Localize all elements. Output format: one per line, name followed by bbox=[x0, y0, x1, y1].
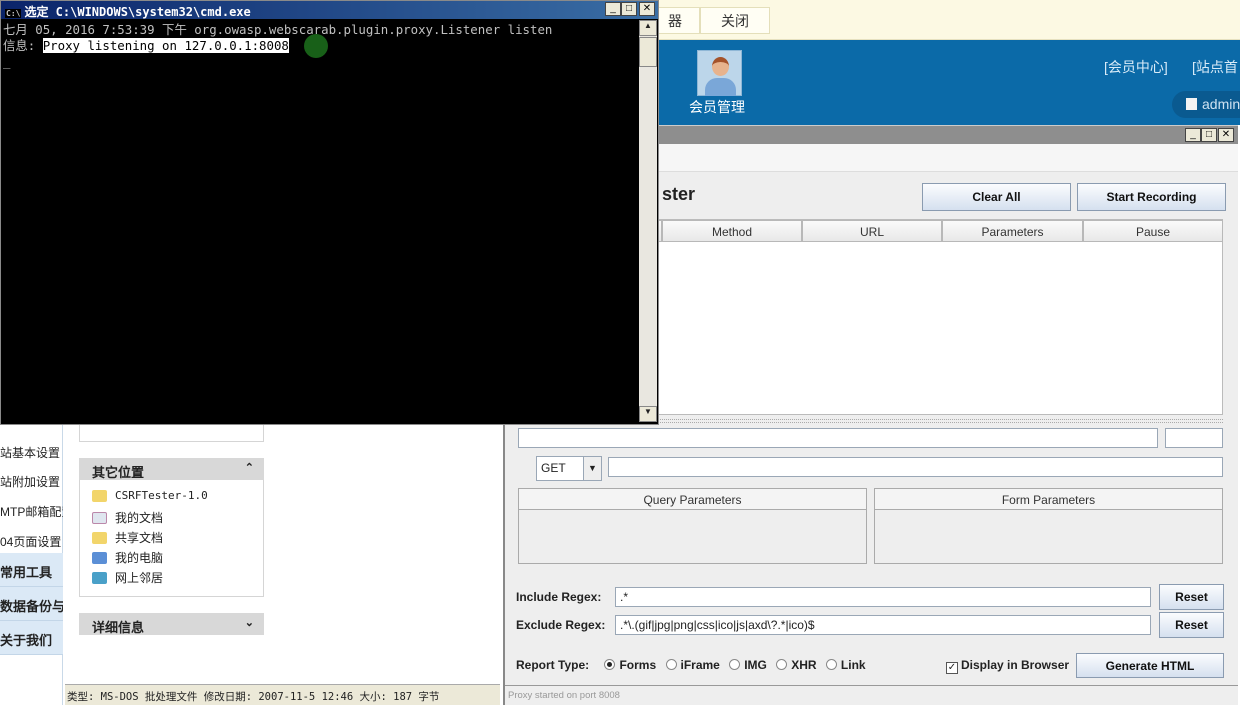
admin-label: admin bbox=[1202, 96, 1240, 112]
exclude-regex-label: Exclude Regex: bbox=[516, 618, 606, 632]
generate-html-button[interactable]: Generate HTML bbox=[1076, 653, 1224, 678]
query-parameters-header[interactable]: Query Parameters bbox=[519, 489, 866, 510]
maximize-button[interactable]: □ bbox=[1201, 128, 1217, 142]
site-home-link[interactable]: [站点首 bbox=[1192, 57, 1238, 77]
console-output[interactable]: 七月 05, 2016 7:53:39 下午 org.owasp.webscar… bbox=[3, 22, 552, 70]
member-management-label[interactable]: 会员管理 bbox=[689, 97, 745, 117]
sidebar-item[interactable]: 数据备份与 bbox=[0, 587, 63, 621]
include-reset-button[interactable]: Reset bbox=[1159, 584, 1224, 610]
explorer-status-bar: 类型: MS-DOS 批处理文件 修改日期: 2007-11-5 12:46 大… bbox=[65, 684, 500, 705]
maximize-button[interactable]: □ bbox=[621, 2, 637, 16]
list-item[interactable]: CSRFTester-1.0 bbox=[92, 489, 208, 502]
report-type-label: Report Type: bbox=[516, 658, 590, 672]
other-places-list: CSRFTester-1.0 我的文档 共享文档 我的电脑 网上邻居 bbox=[79, 480, 264, 597]
other-places-title: 其它位置 bbox=[92, 465, 145, 480]
sidebar-item[interactable]: 关于我们 bbox=[0, 621, 63, 655]
sidebar-item[interactable]: 常用工具 bbox=[0, 553, 63, 587]
member-avatar-icon[interactable] bbox=[697, 50, 742, 96]
network-icon bbox=[92, 571, 107, 584]
list-item[interactable]: 共享文档 bbox=[92, 529, 163, 546]
member-center-link[interactable]: [会员中心] bbox=[1104, 57, 1168, 77]
admin-user[interactable]: admin bbox=[1172, 91, 1240, 118]
documents-icon bbox=[92, 511, 107, 524]
column-header-method[interactable]: Method bbox=[662, 220, 802, 242]
expand-icon[interactable]: ⌄ bbox=[245, 616, 254, 629]
details-title: 详细信息 bbox=[92, 620, 145, 635]
report-type-row: Report Type: Forms iFrame IMG XHR Link bbox=[516, 658, 866, 672]
list-item[interactable]: 我的电脑 bbox=[92, 549, 163, 566]
item-label: 我的电脑 bbox=[115, 551, 164, 565]
form-parameters-header[interactable]: Form Parameters bbox=[875, 489, 1222, 510]
close-button[interactable]: ✕ bbox=[639, 2, 655, 16]
pause-input[interactable] bbox=[1165, 428, 1223, 448]
close-button[interactable]: 关闭 bbox=[700, 7, 770, 34]
scroll-down-icon[interactable]: ▼ bbox=[639, 406, 657, 422]
scroll-up-icon[interactable]: ▲ bbox=[639, 20, 657, 36]
column-header-parameters[interactable]: Parameters bbox=[942, 220, 1083, 242]
user-icon bbox=[1186, 98, 1197, 110]
folder-icon bbox=[92, 489, 107, 502]
item-label: CSRFTester-1.0 bbox=[115, 489, 208, 502]
chevron-down-icon[interactable]: ▼ bbox=[583, 457, 601, 480]
radio-iframe[interactable]: iFrame bbox=[665, 658, 720, 672]
method-value: GET bbox=[541, 461, 566, 475]
query-parameters-panel: Query Parameters bbox=[518, 488, 867, 564]
mouse-highlight bbox=[304, 34, 328, 58]
exclude-reset-button[interactable]: Reset bbox=[1159, 612, 1224, 638]
cmd-window: C:\ 选定 C:\WINDOWS\system32\cmd.exe _ □ ✕ … bbox=[0, 0, 659, 425]
column-header-url[interactable]: URL bbox=[802, 220, 942, 242]
display-in-browser-checkbox[interactable]: ✓ Display in Browser bbox=[946, 658, 1069, 674]
scrollbar[interactable]: ▲ ▼ bbox=[639, 20, 657, 422]
app-title: ster bbox=[662, 184, 696, 204]
minimize-button[interactable]: _ bbox=[1185, 128, 1201, 142]
include-regex-input[interactable]: .* bbox=[615, 587, 1151, 607]
list-item[interactable]: 我的文档 bbox=[92, 509, 163, 526]
exclude-regex-input[interactable]: .*\.(gif|jpg|png|css|ico|js|axd\?.*|ico)… bbox=[615, 615, 1151, 635]
clear-all-button[interactable]: Clear All bbox=[922, 183, 1071, 211]
other-places-header[interactable]: 其它位置 ⌃ bbox=[79, 458, 264, 480]
url-input[interactable] bbox=[518, 428, 1158, 448]
radio-img[interactable]: IMG bbox=[729, 658, 767, 672]
close-button[interactable]: ✕ bbox=[1218, 128, 1234, 142]
folder-icon bbox=[92, 531, 107, 544]
radio-xhr[interactable]: XHR bbox=[776, 658, 817, 672]
action-input[interactable] bbox=[608, 457, 1223, 477]
list-item[interactable]: 网上邻居 bbox=[92, 569, 163, 586]
minimize-button[interactable]: _ bbox=[605, 2, 621, 16]
item-label: 我的文档 bbox=[115, 511, 164, 525]
scroll-thumb[interactable] bbox=[639, 37, 657, 67]
method-select[interactable]: GET ▼ bbox=[536, 456, 602, 481]
console-line: 七月 05, 2016 7:53:39 下午 org.owasp.webscar… bbox=[3, 22, 553, 37]
check-icon: ✓ bbox=[946, 662, 958, 674]
form-parameters-panel: Form Parameters bbox=[874, 488, 1223, 564]
item-label: 共享文档 bbox=[115, 531, 164, 545]
sidebar-item[interactable]: MTP邮箱配置 bbox=[0, 495, 63, 525]
radio-forms[interactable]: Forms bbox=[604, 658, 656, 672]
details-header[interactable]: 详细信息 ⌄ bbox=[79, 613, 264, 635]
computer-icon bbox=[92, 551, 107, 564]
collapse-icon[interactable]: ⌃ bbox=[245, 461, 254, 474]
sidebar-item[interactable]: 站附加设置 bbox=[0, 465, 63, 495]
sidebar-item[interactable]: 04页面设置 bbox=[0, 525, 63, 555]
cmd-icon: C:\ bbox=[5, 9, 22, 18]
status-bar: Proxy started on port 8008 bbox=[505, 685, 1238, 706]
start-recording-button[interactable]: Start Recording bbox=[1077, 183, 1226, 211]
column-header-pause[interactable]: Pause bbox=[1083, 220, 1223, 242]
cmd-title-bar[interactable]: C:\ 选定 C:\WINDOWS\system32\cmd.exe bbox=[1, 1, 658, 19]
radio-link[interactable]: Link bbox=[825, 658, 866, 672]
cursor: _ bbox=[3, 54, 11, 69]
cmd-title: 选定 C:\WINDOWS\system32\cmd.exe bbox=[24, 5, 251, 19]
sidebar-item[interactable]: 站基本设置 bbox=[0, 436, 63, 466]
console-line: 信息: Proxy listening on 127.0.0.1:8008 bbox=[3, 38, 289, 53]
include-regex-label: Include Regex: bbox=[516, 590, 602, 604]
selected-text: Proxy listening on 127.0.0.1:8008 bbox=[42, 38, 289, 53]
item-label: 网上邻居 bbox=[115, 571, 164, 585]
